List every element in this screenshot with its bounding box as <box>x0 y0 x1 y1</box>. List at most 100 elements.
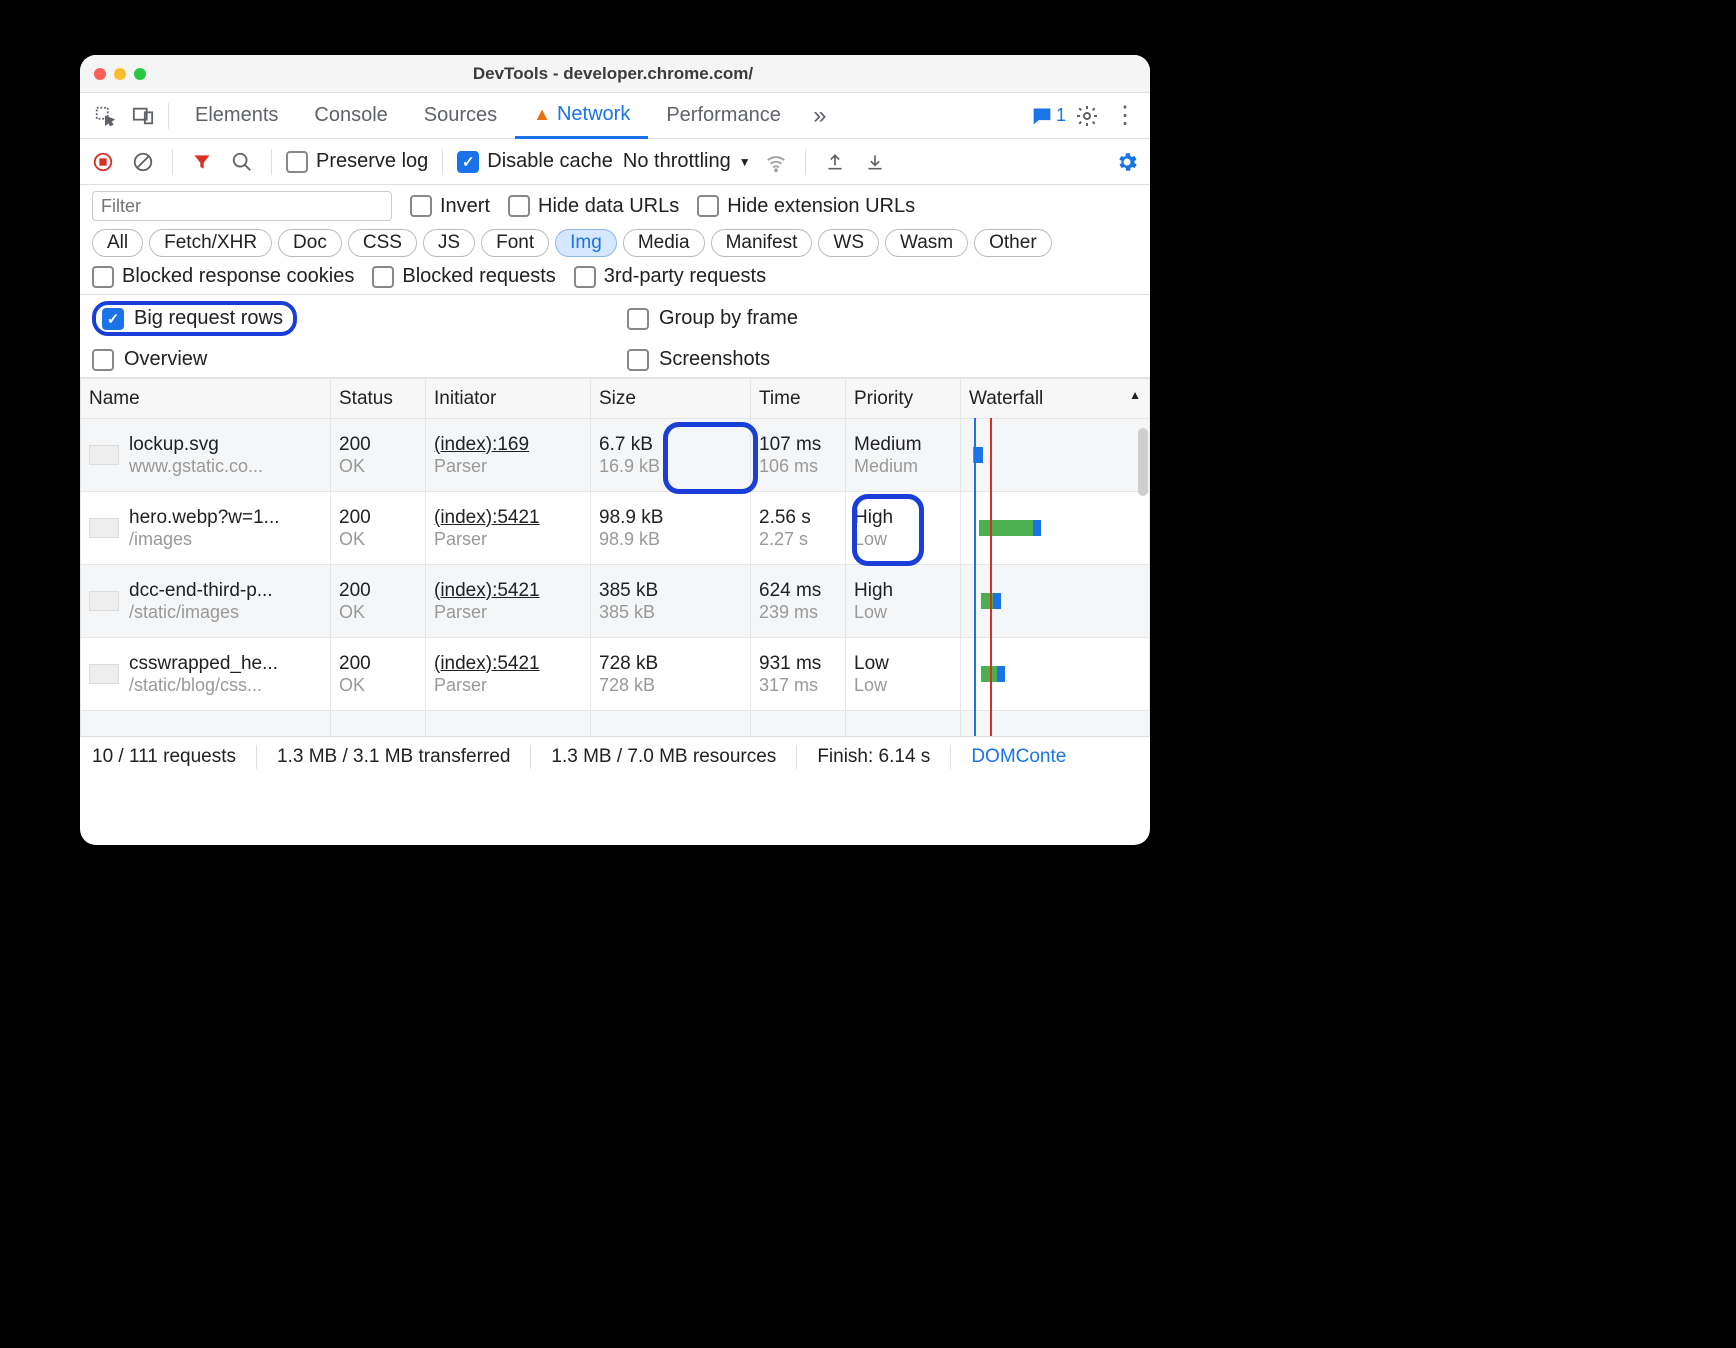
table-row[interactable]: dcc-end-third-p.../static/images200OK(in… <box>81 565 1150 638</box>
col-status[interactable]: Status <box>331 379 426 419</box>
filter-icon[interactable] <box>187 147 217 177</box>
network-toolbar: Preserve log Disable cache No throttling… <box>80 139 1150 185</box>
window-maximize-button[interactable] <box>134 68 146 80</box>
waterfall-cell <box>969 425 1141 485</box>
invert-option[interactable]: Invert <box>410 195 490 218</box>
tab-network[interactable]: ▲Network <box>515 93 648 139</box>
third-party-requests-option[interactable]: 3rd-party requests <box>574 265 766 288</box>
titlebar: DevTools - developer.chrome.com/ <box>80 55 1150 93</box>
clear-button[interactable] <box>128 147 158 177</box>
record-button[interactable] <box>88 147 118 177</box>
chip-wasm[interactable]: Wasm <box>885 229 968 257</box>
chip-css[interactable]: CSS <box>348 229 417 257</box>
initiator-link[interactable]: (index):169 <box>434 434 582 456</box>
chip-media[interactable]: Media <box>623 229 705 257</box>
tab-sources[interactable]: Sources <box>406 93 515 139</box>
throttling-select[interactable]: No throttling ▼ <box>623 150 751 173</box>
export-har-icon[interactable] <box>820 147 850 177</box>
request-name: dcc-end-third-p... <box>129 580 273 602</box>
search-icon[interactable] <box>227 147 257 177</box>
table-row[interactable]: hero.webp?w=1.../images200OK(index):5421… <box>81 492 1150 565</box>
messages-button[interactable]: 1 <box>1032 105 1066 126</box>
filter-input[interactable] <box>92 191 392 221</box>
initiator-link[interactable]: (index):5421 <box>434 653 582 675</box>
resource-type-chips: All Fetch/XHR Doc CSS JS Font Img Media … <box>92 229 1052 257</box>
chip-js[interactable]: JS <box>423 229 475 257</box>
preserve-log-label: Preserve log <box>316 150 428 173</box>
big-request-rows-label: Big request rows <box>134 307 283 330</box>
device-toolbar-icon[interactable] <box>126 99 160 133</box>
col-size[interactable]: Size <box>591 379 751 419</box>
warning-icon: ▲ <box>533 104 551 125</box>
chip-fetch-xhr[interactable]: Fetch/XHR <box>149 229 272 257</box>
overview-option[interactable]: Overview <box>80 348 615 371</box>
screenshots-option[interactable]: Screenshots <box>615 348 1150 371</box>
filter-area: Invert Hide data URLs Hide extension URL… <box>80 185 1150 295</box>
network-settings-icon[interactable] <box>1112 147 1142 177</box>
chip-all[interactable]: All <box>92 229 143 257</box>
devtools-window: DevTools - developer.chrome.com/ Element… <box>80 55 1150 845</box>
col-waterfall[interactable]: Waterfall <box>961 379 1150 419</box>
waterfall-cell <box>969 571 1141 631</box>
tab-console[interactable]: Console <box>296 93 405 139</box>
status-finish: Finish: 6.14 s <box>817 746 930 768</box>
window-title: DevTools - developer.chrome.com/ <box>146 64 1080 84</box>
network-conditions-icon[interactable] <box>761 147 791 177</box>
hide-data-urls-option[interactable]: Hide data URLs <box>508 195 679 218</box>
col-initiator[interactable]: Initiator <box>426 379 591 419</box>
status-requests: 10 / 111 requests <box>92 746 236 768</box>
tab-performance[interactable]: Performance <box>648 93 799 139</box>
chip-img[interactable]: Img <box>555 229 617 257</box>
waterfall-cell <box>969 644 1141 704</box>
col-priority[interactable]: Priority <box>846 379 961 419</box>
col-time[interactable]: Time <box>751 379 846 419</box>
disable-cache-option[interactable]: Disable cache <box>457 150 613 173</box>
chip-font[interactable]: Font <box>481 229 549 257</box>
initiator-link[interactable]: (index):5421 <box>434 507 582 529</box>
inspect-element-icon[interactable] <box>88 99 122 133</box>
preserve-log-option[interactable]: Preserve log <box>286 150 428 173</box>
chip-doc[interactable]: Doc <box>278 229 342 257</box>
col-name[interactable]: Name <box>81 379 331 419</box>
chip-other[interactable]: Other <box>974 229 1052 257</box>
more-tabs-icon[interactable]: » <box>803 99 837 133</box>
status-resources: 1.3 MB / 7.0 MB resources <box>551 746 776 768</box>
request-name: csswrapped_he... <box>129 653 278 675</box>
big-request-rows-checkbox[interactable] <box>102 308 124 330</box>
kebab-menu-icon[interactable]: ⋮ <box>1108 99 1142 133</box>
table-row[interactable]: lockup.svgwww.gstatic.co...200OK(index):… <box>81 419 1150 492</box>
big-request-rows-highlight: Big request rows <box>92 301 297 336</box>
group-by-frame-option[interactable]: Group by frame <box>615 301 1150 336</box>
request-name: lockup.svg <box>129 434 263 456</box>
request-path: /images <box>129 529 280 550</box>
initiator-link[interactable]: (index):5421 <box>434 580 582 602</box>
blocked-requests-option[interactable]: Blocked requests <box>372 265 555 288</box>
chip-manifest[interactable]: Manifest <box>711 229 813 257</box>
status-bar: 10 / 111 requests 1.3 MB / 3.1 MB transf… <box>80 736 1150 776</box>
preserve-log-checkbox[interactable] <box>286 151 308 173</box>
request-name: hero.webp?w=1... <box>129 507 280 529</box>
requests-table-wrap: Name Status Initiator Size Time Priority… <box>80 378 1150 736</box>
tab-elements[interactable]: Elements <box>177 93 296 139</box>
import-har-icon[interactable] <box>860 147 890 177</box>
resource-thumbnail <box>89 591 119 611</box>
request-path: /static/images <box>129 602 273 623</box>
network-view-settings: Big request rows Group by frame Overview… <box>80 295 1150 378</box>
window-minimize-button[interactable] <box>114 68 126 80</box>
status-domcontent: DOMConte <box>971 746 1066 768</box>
panel-tabs: Elements Console Sources ▲Network Perfor… <box>80 93 1150 139</box>
resource-thumbnail <box>89 518 119 538</box>
resource-thumbnail <box>89 664 119 684</box>
request-path: /static/blog/css... <box>129 675 278 696</box>
blocked-response-cookies-option[interactable]: Blocked response cookies <box>92 265 354 288</box>
resource-thumbnail <box>89 445 119 465</box>
table-row[interactable]: csswrapped_he.../static/blog/css...200OK… <box>81 638 1150 711</box>
chip-ws[interactable]: WS <box>818 229 879 257</box>
scrollbar-thumb[interactable] <box>1138 428 1148 496</box>
window-close-button[interactable] <box>94 68 106 80</box>
table-row[interactable]: new-in-devtools...200(index):542145.6 kB… <box>81 711 1150 737</box>
hide-extension-urls-option[interactable]: Hide extension URLs <box>697 195 915 218</box>
disable-cache-checkbox[interactable] <box>457 151 479 173</box>
disable-cache-label: Disable cache <box>487 150 613 173</box>
settings-gear-icon[interactable] <box>1070 99 1104 133</box>
